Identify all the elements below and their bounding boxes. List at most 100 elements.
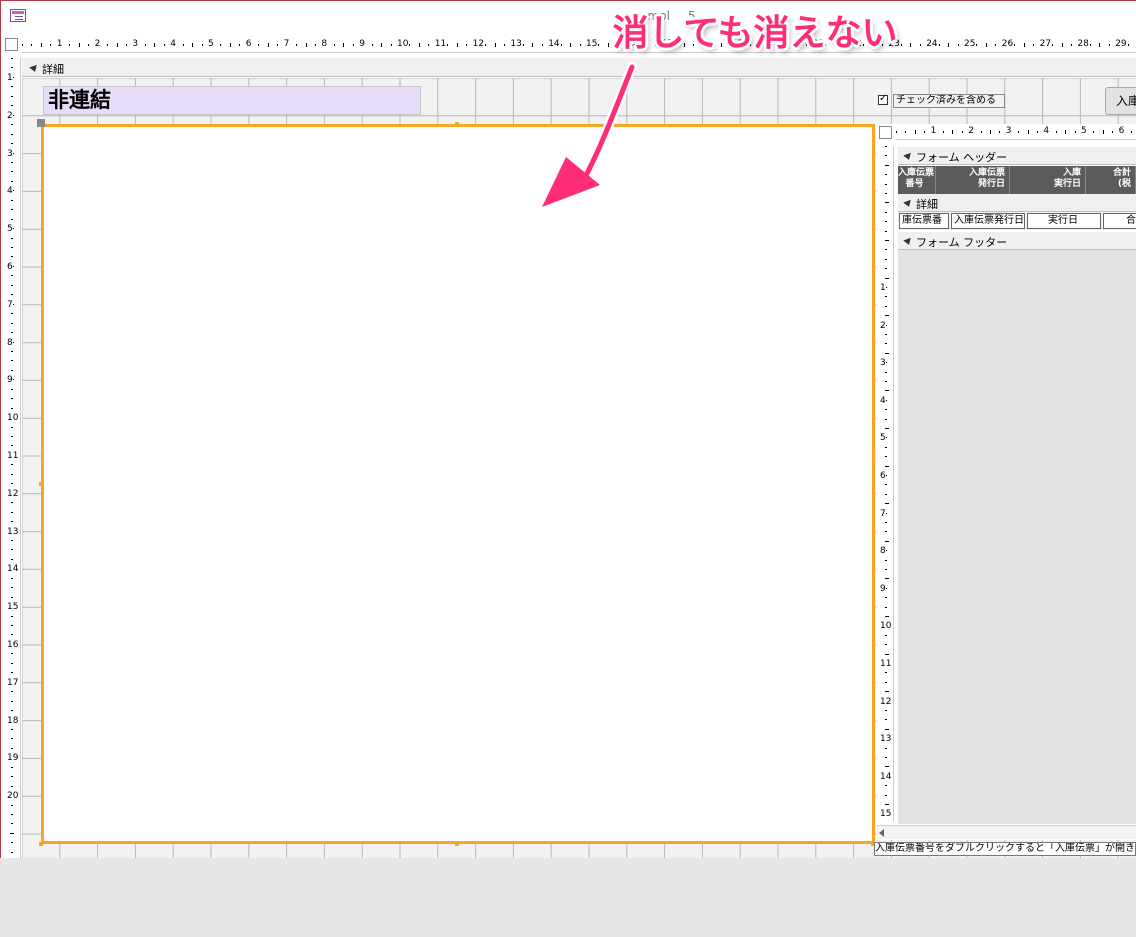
callout-annotation: 消しても消えない bbox=[600, 10, 910, 60]
ruler-tick bbox=[50, 44, 52, 46]
ruler-label: 13 bbox=[509, 39, 523, 50]
ruler-tick bbox=[522, 44, 524, 46]
ruler-tick bbox=[1023, 43, 1025, 47]
subform-selector[interactable] bbox=[879, 126, 892, 139]
ruler-tick bbox=[948, 43, 950, 47]
ruler-tick bbox=[352, 44, 354, 46]
ruler-tick bbox=[885, 296, 887, 298]
ruler-tick bbox=[541, 44, 543, 46]
ruler-label: 27 bbox=[1038, 39, 1053, 50]
ruler-tick bbox=[11, 58, 13, 59]
ruler-label: 6 bbox=[1117, 126, 1126, 137]
ruler-tick bbox=[11, 445, 13, 447]
ruler-tick bbox=[952, 130, 954, 134]
subform-hint-label[interactable]: 入庫伝票番号をダブルクリックすると「入庫伝票」が開きま bbox=[874, 842, 1136, 856]
ruler-label: 9 bbox=[880, 583, 886, 594]
subform-header-cell[interactable]: 入庫伝票 発行日 bbox=[936, 166, 1010, 194]
ruler-tick bbox=[11, 86, 13, 88]
ruler-tick bbox=[885, 258, 887, 260]
subform-detail-textbox[interactable]: 入庫伝票発行日 bbox=[951, 213, 1025, 229]
ruler-tick bbox=[11, 360, 13, 362]
ruler-label: 3 bbox=[131, 39, 140, 50]
ruler-label: 14 bbox=[880, 771, 892, 782]
resize-handle-top[interactable] bbox=[455, 122, 459, 126]
subform-section-footer[interactable]: フォーム フッター bbox=[898, 232, 1136, 250]
ruler-label: 7 bbox=[7, 299, 13, 310]
ruler-label: 7 bbox=[880, 508, 886, 519]
ruler-tick bbox=[11, 247, 13, 248]
ruler-label: 24 bbox=[925, 39, 939, 50]
subform-header-cell[interactable]: 合計 (税 bbox=[1086, 166, 1136, 194]
subform-section-header[interactable]: フォーム ヘッダー bbox=[898, 147, 1136, 165]
ruler-tick bbox=[885, 334, 887, 335]
ruler-label: 4 bbox=[7, 186, 13, 197]
check-mark-icon: ✓ bbox=[879, 93, 888, 104]
ruler-tick bbox=[11, 256, 13, 258]
subform-control[interactable] bbox=[41, 124, 875, 844]
scroll-left-icon[interactable] bbox=[879, 829, 884, 837]
ruler-tick bbox=[1112, 131, 1114, 133]
ruler-tick bbox=[11, 766, 13, 768]
ruler-label: 19 bbox=[7, 753, 19, 764]
ruler-tick bbox=[885, 193, 887, 194]
horizontal-ruler[interactable]: 1 2 3 4 5 6 7 8 9 10 11 12 13 14 15 16 17 18 19 20 21 22 23 24 2… bbox=[22, 38, 1136, 53]
ruler-tick bbox=[11, 209, 13, 211]
form-selector[interactable] bbox=[5, 38, 18, 51]
subform-header-cell[interactable]: 入庫伝票 番号 bbox=[898, 166, 936, 194]
subform-detail-textbox[interactable]: 実行日 bbox=[1027, 213, 1101, 229]
ruler-tick bbox=[11, 322, 13, 324]
resize-handle-bottom-left[interactable] bbox=[39, 842, 43, 846]
ruler-tick bbox=[11, 747, 13, 749]
ruler-tick bbox=[885, 456, 887, 458]
ruler-tick bbox=[11, 502, 13, 504]
include-checked-label[interactable]: チェック済みを含める bbox=[893, 94, 1005, 108]
ruler-tick bbox=[11, 464, 13, 466]
ruler-tick bbox=[296, 44, 298, 46]
ruler-label: 25 bbox=[963, 39, 977, 50]
ruler-label: 8 bbox=[320, 39, 329, 50]
subform-detail-textbox[interactable]: 合計 bbox=[1103, 213, 1136, 229]
subform-detail-textbox[interactable]: 庫伝票番 bbox=[899, 213, 949, 229]
vertical-ruler[interactable]: 1 2 3 4 5 6 7 8 9 10 11 12 13 14 15 16 17 18 19 20 bbox=[4, 58, 21, 858]
ruler-label: 2 bbox=[967, 126, 975, 137]
subform-footer-area[interactable] bbox=[898, 250, 1136, 824]
ruler-label: 20 bbox=[7, 791, 19, 802]
nyuko-button[interactable]: 入庫 bbox=[1105, 87, 1136, 115]
ruler-tick bbox=[885, 757, 887, 758]
ruler-tick bbox=[1089, 44, 1091, 46]
subform-horizontal-ruler[interactable]: 1 2 3 4 5 6 bbox=[896, 126, 1136, 140]
include-checked-checkbox[interactable]: ✓ bbox=[878, 93, 888, 105]
resize-handle-left[interactable] bbox=[39, 482, 43, 486]
ruler-tick bbox=[980, 131, 982, 133]
unbound-label[interactable]: 非連結 bbox=[43, 86, 421, 115]
ruler-tick bbox=[1037, 131, 1038, 133]
ruler-tick bbox=[390, 44, 392, 46]
ruler-label: 14 bbox=[7, 564, 19, 575]
ruler-tick bbox=[885, 164, 889, 166]
ruler-label: 13 bbox=[880, 734, 892, 745]
ruler-label: 17 bbox=[7, 677, 19, 688]
ruler-tick bbox=[239, 44, 241, 46]
ruler-label: 6 bbox=[880, 471, 886, 481]
ruler-tick bbox=[885, 315, 889, 317]
ruler-tick bbox=[885, 606, 887, 608]
subform-horizontal-scrollbar[interactable] bbox=[877, 825, 1136, 839]
ruler-tick bbox=[305, 43, 307, 47]
ruler-tick bbox=[125, 44, 127, 46]
move-handle[interactable] bbox=[37, 119, 45, 127]
subform-section-detail[interactable]: 詳細 bbox=[898, 194, 1136, 212]
ruler-tick bbox=[31, 44, 33, 46]
ruler-label: 26 bbox=[1000, 39, 1015, 50]
subform-header-cell[interactable]: 入庫 実行日 bbox=[1010, 166, 1086, 194]
subform-vertical-ruler[interactable]: 1 2 3 4 5 6 7 8 9 10 11 12 13 14 15 bbox=[879, 146, 894, 822]
ruler-label: 12 bbox=[880, 696, 892, 707]
resize-handle-bottom[interactable] bbox=[455, 842, 459, 846]
ruler-tick bbox=[910, 43, 912, 47]
ruler-tick bbox=[182, 44, 184, 46]
ruler-tick bbox=[885, 766, 889, 768]
ruler-tick bbox=[11, 653, 13, 655]
form-view-icon[interactable] bbox=[10, 9, 26, 22]
ruler-tick bbox=[11, 95, 13, 97]
ruler-tick bbox=[570, 43, 572, 47]
ruler-label: 13 bbox=[7, 526, 19, 537]
